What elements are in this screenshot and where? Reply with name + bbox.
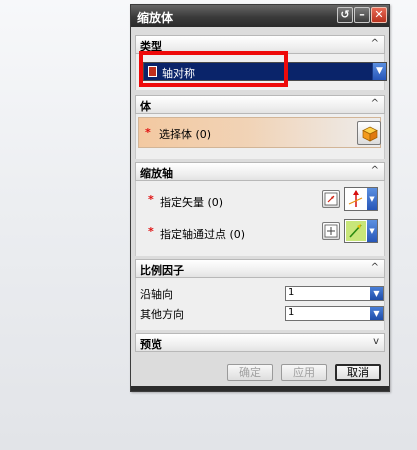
vector-type-button[interactable]: ▼: [344, 187, 378, 211]
section-header-scale[interactable]: 比例因子 ^: [135, 259, 385, 278]
chevron-down-icon[interactable]: ▼: [370, 307, 383, 320]
select-body-label: 选择体 (0): [159, 128, 212, 141]
chevron-down-icon[interactable]: ▼: [370, 287, 383, 300]
point-dialog-icon: [324, 224, 338, 238]
vector-icon: [348, 190, 363, 207]
ok-button[interactable]: 确定: [227, 364, 273, 381]
section-title-type: 类型: [140, 40, 162, 53]
chevron-down-icon[interactable]: ▼: [367, 188, 377, 210]
other-direction-value: 1: [288, 307, 295, 318]
vector-dialog-icon: [324, 192, 338, 206]
dialog-title: 缩放体: [137, 11, 174, 25]
section-header-axis[interactable]: 缩放轴 ^: [135, 162, 385, 181]
apply-button[interactable]: 应用: [281, 364, 327, 381]
point-type-button[interactable]: ▼: [344, 219, 378, 243]
minimize-icon[interactable]: –: [354, 7, 370, 23]
dialog-bottom-border: [131, 386, 389, 391]
along-axis-input[interactable]: 1 ▼: [285, 286, 384, 301]
section-header-body[interactable]: 体 ^: [135, 95, 385, 114]
specify-vector-label: 指定矢量 (0): [160, 196, 224, 209]
collapse-icon[interactable]: ^: [371, 38, 379, 49]
section-title-scale: 比例因子: [140, 264, 184, 277]
required-mark: *: [145, 126, 151, 139]
select-body-button[interactable]: [357, 121, 381, 145]
collapse-icon[interactable]: ^: [371, 98, 379, 109]
collapse-icon[interactable]: ^: [371, 165, 379, 176]
other-direction-input[interactable]: 1 ▼: [285, 306, 384, 321]
cancel-button[interactable]: 取消: [335, 364, 381, 381]
section-title-axis: 缩放轴: [140, 167, 173, 180]
section-title-body: 体: [140, 100, 151, 113]
dialog-titlebar[interactable]: 缩放体 ↺ – ✕: [131, 5, 389, 27]
collapse-icon[interactable]: ^: [371, 262, 379, 273]
axisymmetric-icon: [148, 66, 157, 77]
point-icon: [346, 221, 366, 241]
chevron-down-icon[interactable]: ▼: [367, 220, 377, 242]
required-mark: *: [148, 225, 154, 238]
cube-icon: [362, 126, 378, 142]
section-header-preview[interactable]: 预览 v: [135, 333, 385, 352]
select-body-row[interactable]: * 选择体 (0): [138, 117, 381, 148]
expand-icon[interactable]: v: [373, 336, 379, 347]
along-axis-value: 1: [288, 287, 295, 298]
other-direction-label: 其他方向: [140, 308, 184, 321]
specify-point-label: 指定轴通过点 (0): [160, 228, 246, 241]
reset-icon[interactable]: ↺: [337, 7, 353, 23]
chevron-down-icon[interactable]: ▼: [372, 63, 386, 80]
type-dropdown[interactable]: 轴对称 ▼: [143, 62, 387, 81]
section-header-type[interactable]: 类型 ^: [135, 35, 385, 54]
section-title-preview: 预览: [140, 338, 162, 351]
along-axis-label: 沿轴向: [140, 288, 173, 301]
point-dialog-button[interactable]: [322, 222, 340, 240]
type-dropdown-value: 轴对称: [162, 67, 195, 80]
vector-dialog-button[interactable]: [322, 190, 340, 208]
required-mark: *: [148, 193, 154, 206]
close-icon[interactable]: ✕: [371, 7, 387, 23]
